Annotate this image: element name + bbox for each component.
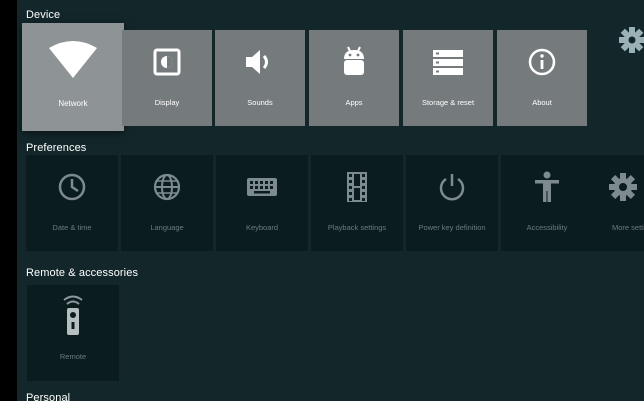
- clock-icon: [26, 169, 118, 205]
- tile-language[interactable]: Language: [121, 155, 213, 251]
- tile-apps[interactable]: Apps: [309, 30, 399, 126]
- film-icon: [311, 169, 403, 205]
- settings-screen: Device Network Display Sounds Apps Stora…: [17, 0, 644, 401]
- tile-date-time[interactable]: Date & time: [26, 155, 118, 251]
- tile-playback-settings-label: Playback settings: [327, 223, 387, 232]
- section-personal-title: Personal: [26, 392, 71, 401]
- android-icon: [309, 44, 399, 80]
- tile-playback-settings[interactable]: Playback settings: [311, 155, 403, 251]
- tile-language-label: Language: [150, 223, 184, 232]
- tile-more-settings-label: More settings: [612, 223, 644, 232]
- power-icon: [406, 169, 498, 205]
- gear-icon: [592, 169, 644, 205]
- tile-sounds-label: Sounds: [247, 98, 273, 107]
- section-remote-accessories-title: Remote & accessories: [26, 267, 139, 279]
- info-icon: [497, 44, 587, 80]
- tile-date-time-label: Date & time: [52, 223, 92, 232]
- keyboard-icon: [216, 169, 308, 205]
- tile-keyboard-label: Keyboard: [245, 223, 279, 232]
- display-icon: [122, 44, 212, 80]
- globe-icon: [121, 169, 213, 205]
- section-preferences-title: Preferences: [26, 142, 87, 154]
- tile-more-settings[interactable]: More settings: [592, 155, 644, 251]
- tile-network[interactable]: Network: [22, 23, 124, 131]
- wifi-icon: [22, 39, 124, 81]
- tile-network-label: Network: [58, 99, 88, 108]
- tile-power-key-definition[interactable]: Power key definition: [406, 155, 498, 251]
- section-device-title: Device: [26, 9, 61, 21]
- tile-about[interactable]: About: [497, 30, 587, 126]
- gear-icon[interactable]: [619, 26, 644, 54]
- tile-accessibility-label: Accessibility: [526, 223, 568, 232]
- tile-display-label: Display: [154, 98, 180, 107]
- tile-keyboard[interactable]: Keyboard: [216, 155, 308, 251]
- speaker-icon: [215, 44, 305, 80]
- tile-about-label: About: [532, 98, 552, 107]
- tile-remote-label: Remote: [59, 352, 87, 361]
- tile-power-key-definition-label: Power key definition: [418, 223, 486, 232]
- storage-icon: [403, 44, 493, 80]
- remote-icon: [27, 293, 119, 337]
- tile-display[interactable]: Display: [122, 30, 212, 126]
- tile-storage-reset-label: Storage & reset: [421, 98, 475, 107]
- tile-remote[interactable]: Remote: [27, 285, 119, 381]
- tile-sounds[interactable]: Sounds: [215, 30, 305, 126]
- tile-storage-reset[interactable]: Storage & reset: [403, 30, 493, 126]
- tile-accessibility[interactable]: Accessibility: [501, 155, 593, 251]
- accessibility-icon: [501, 169, 593, 205]
- tile-apps-label: Apps: [345, 98, 363, 107]
